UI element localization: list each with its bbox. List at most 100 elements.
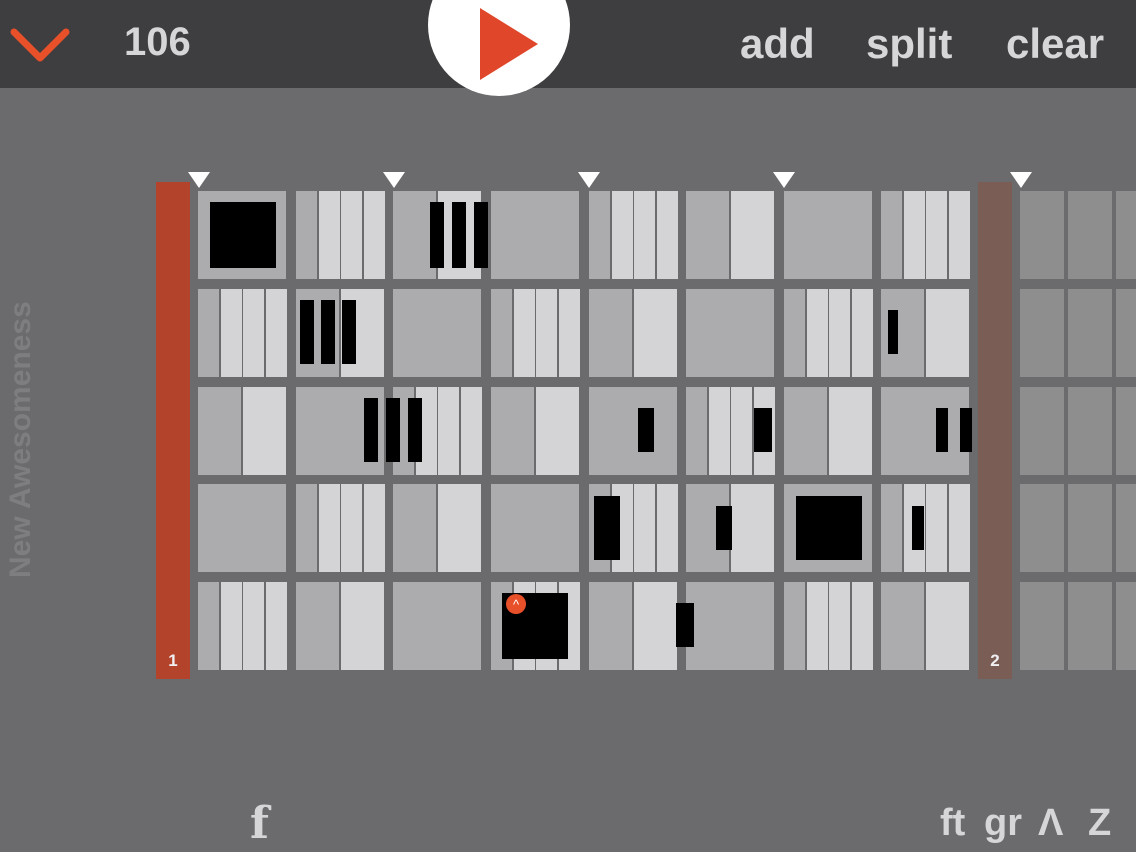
step-cell[interactable] (243, 289, 264, 377)
step-cell[interactable] (1020, 191, 1064, 279)
step-cell[interactable] (393, 289, 481, 377)
sequence-name-label[interactable]: New Awesomeness (4, 301, 38, 578)
rest-block[interactable] (638, 408, 654, 452)
beat-marker[interactable] (1010, 172, 1032, 188)
beat-marker[interactable] (188, 172, 210, 188)
beat-marker[interactable] (383, 172, 405, 188)
step-cell[interactable] (1068, 387, 1112, 475)
step-cell[interactable] (634, 191, 655, 279)
split-button[interactable]: split (866, 20, 952, 68)
step-cell[interactable] (491, 191, 579, 279)
rest-block[interactable] (754, 408, 772, 452)
step-cell[interactable] (852, 582, 873, 670)
step-cell[interactable] (1068, 289, 1112, 377)
step-cell[interactable] (881, 484, 902, 572)
step-cell[interactable] (559, 289, 580, 377)
rest-block[interactable] (912, 506, 924, 550)
collapse-chevron-icon[interactable] (10, 26, 74, 66)
step-cell[interactable] (589, 582, 632, 670)
step-cell[interactable] (1068, 484, 1112, 572)
bar-marker-2[interactable]: 2 (978, 182, 1012, 679)
rest-block[interactable] (342, 300, 356, 364)
step-cell[interactable] (612, 191, 633, 279)
rest-block[interactable] (300, 300, 314, 364)
step-cell[interactable] (491, 387, 534, 475)
step-cell[interactable] (198, 582, 219, 670)
step-cell[interactable] (438, 387, 459, 475)
step-cell[interactable] (1020, 484, 1064, 572)
rest-block[interactable] (386, 398, 400, 462)
step-cell[interactable] (926, 191, 947, 279)
step-cell[interactable] (491, 484, 579, 572)
step-cell[interactable] (221, 289, 242, 377)
step-cell[interactable] (926, 289, 969, 377)
step-cell[interactable] (536, 387, 579, 475)
step-cell[interactable] (1020, 387, 1064, 475)
step-cell[interactable] (296, 582, 339, 670)
step-cell[interactable] (198, 484, 286, 572)
step-cell[interactable] (657, 484, 678, 572)
rest-block[interactable] (796, 496, 862, 560)
step-cell[interactable] (296, 191, 317, 279)
step-cell[interactable] (536, 289, 557, 377)
step-cell[interactable] (589, 387, 677, 475)
step-cell[interactable] (221, 582, 242, 670)
step-cell[interactable] (243, 582, 264, 670)
step-cell[interactable] (881, 387, 969, 475)
step-cell[interactable] (491, 289, 512, 377)
step-cell[interactable] (784, 582, 805, 670)
step-cell[interactable] (393, 484, 436, 572)
step-cell[interactable] (881, 582, 924, 670)
play-button[interactable] (428, 0, 570, 96)
step-cell[interactable] (926, 582, 969, 670)
beat-marker[interactable] (578, 172, 600, 188)
rest-block[interactable] (452, 202, 466, 268)
step-cell[interactable] (1068, 191, 1112, 279)
step-cell[interactable] (319, 484, 340, 572)
step-cell[interactable] (807, 582, 828, 670)
step-cell[interactable] (686, 582, 774, 670)
step-cell[interactable] (731, 191, 774, 279)
step-cell[interactable] (881, 191, 902, 279)
step-cell[interactable] (634, 582, 677, 670)
step-cell[interactable] (731, 387, 752, 475)
rest-block[interactable] (716, 506, 732, 550)
step-cell[interactable] (393, 582, 481, 670)
step-cell[interactable] (949, 191, 970, 279)
clear-button[interactable]: clear (1006, 20, 1104, 68)
add-button[interactable]: add (740, 20, 815, 68)
step-cell[interactable] (829, 387, 872, 475)
step-cell[interactable] (1068, 582, 1112, 670)
rest-block[interactable] (936, 408, 948, 452)
step-cell[interactable] (784, 191, 872, 279)
step-cell[interactable] (341, 484, 362, 572)
step-cell[interactable] (461, 387, 482, 475)
rest-block[interactable] (364, 398, 378, 462)
z-icon[interactable]: Z (1088, 802, 1111, 845)
step-cell[interactable] (266, 582, 287, 670)
function-button[interactable]: f (250, 798, 269, 849)
step-cell[interactable] (341, 191, 362, 279)
step-cell[interactable] (266, 289, 287, 377)
step-cell[interactable] (634, 484, 655, 572)
rest-block[interactable] (210, 202, 276, 268)
step-cell[interactable] (731, 484, 774, 572)
step-cell[interactable] (807, 289, 828, 377)
step-cell[interactable] (438, 484, 481, 572)
lambda-icon[interactable]: Λ (1038, 802, 1063, 845)
step-cell[interactable] (1116, 484, 1136, 572)
step-cell[interactable] (949, 484, 970, 572)
step-cell[interactable] (686, 191, 729, 279)
step-cell[interactable] (1116, 289, 1136, 377)
step-cell[interactable] (243, 387, 286, 475)
gr-icon[interactable]: gr (984, 802, 1022, 845)
step-cell[interactable] (852, 289, 873, 377)
step-cell[interactable] (634, 289, 677, 377)
rest-block[interactable] (474, 202, 488, 268)
step-cell[interactable] (364, 191, 385, 279)
rest-block[interactable] (408, 398, 422, 462)
step-cell[interactable] (1020, 289, 1064, 377)
step-cell[interactable] (319, 191, 340, 279)
step-cell[interactable] (589, 289, 632, 377)
rest-block[interactable] (676, 603, 694, 647)
